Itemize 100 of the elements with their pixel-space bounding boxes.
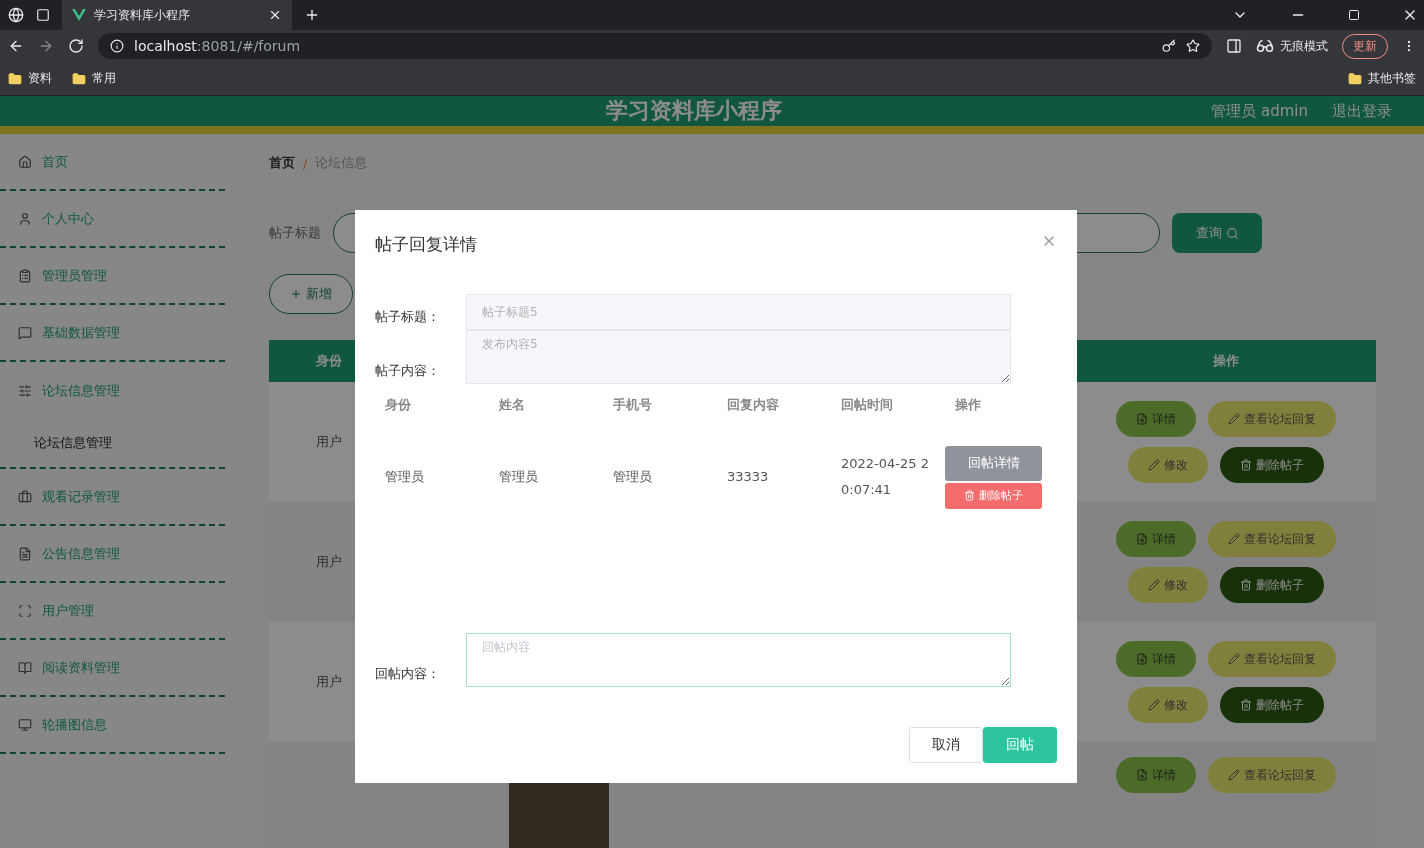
breadcrumb-link[interactable]: 首页	[269, 154, 295, 172]
document-icon	[1136, 413, 1148, 425]
browser-tab[interactable]: 学习资料库小程序	[62, 0, 292, 30]
bookmark-link[interactable]: 常用	[92, 70, 116, 87]
address-bar[interactable]: localhost:8081/#/forum	[98, 33, 1212, 59]
action-button[interactable]: 详情	[1116, 757, 1196, 793]
chat-icon	[18, 325, 32, 340]
field-label: 回帖内容：	[375, 665, 441, 683]
incognito-icon	[1256, 37, 1274, 55]
new-tab-icon[interactable]	[304, 7, 320, 23]
action-button[interactable]: 详情	[1116, 641, 1196, 677]
folder-icon	[1348, 71, 1362, 86]
breadcrumb-separator: /	[303, 155, 308, 171]
info-icon[interactable]	[110, 39, 124, 53]
sidebar-item[interactable]: 观看记录管理	[0, 469, 225, 526]
column-header: 手机号	[612, 396, 653, 414]
back-icon[interactable]	[8, 38, 24, 54]
action-button[interactable]: 修改	[1128, 567, 1208, 603]
document-icon	[1136, 769, 1148, 781]
pencil-icon	[1228, 653, 1240, 665]
pencil-icon	[1148, 699, 1160, 711]
table-cell-text: 2022-04-25 20:07:41	[840, 455, 930, 499]
sidebar-item[interactable]: 用户管理	[0, 583, 225, 640]
folder-icon	[8, 71, 22, 86]
field-label: 帖子内容：	[375, 362, 441, 380]
pencil-icon	[1148, 579, 1160, 591]
column-header: 身份	[384, 396, 412, 414]
search-icon	[1225, 226, 1239, 240]
table-cell: 用户	[316, 553, 342, 571]
logout-link[interactable]: 退出登录	[1332, 101, 1392, 121]
column-header: 身份	[315, 352, 343, 370]
trash-icon	[1240, 459, 1252, 471]
pencil-icon	[1228, 769, 1240, 781]
action-button[interactable]: 详情	[1116, 521, 1196, 557]
key-icon[interactable]	[1162, 39, 1176, 53]
bookmark-link[interactable]: 其他书签	[1368, 70, 1416, 87]
column-header: 回复内容	[726, 396, 780, 414]
document-icon	[1136, 533, 1148, 545]
window-icon[interactable]	[36, 8, 50, 22]
frame-icon	[18, 603, 32, 618]
table-cell: 用户	[316, 433, 342, 451]
globe-icon[interactable]	[8, 7, 24, 23]
query-button[interactable]: 查询	[1172, 213, 1262, 253]
cancel-button[interactable]: 取消	[909, 727, 983, 763]
maximize-icon[interactable]	[1348, 9, 1360, 21]
sidebar-subitem[interactable]: 论坛信息管理	[0, 419, 225, 469]
trash-icon	[964, 490, 975, 501]
bookmark-link[interactable]: 资料	[28, 70, 52, 87]
monitor-icon	[18, 717, 32, 732]
pencil-icon	[1228, 413, 1240, 425]
reload-icon[interactable]	[68, 38, 84, 54]
action-button[interactable]: 删除帖子	[1220, 687, 1324, 723]
column-header: 操作	[954, 396, 982, 414]
sliders-icon	[18, 383, 32, 398]
table-cell: 用户	[316, 673, 342, 691]
clipboard-icon	[18, 268, 32, 283]
sidebar-item[interactable]: 轮播图信息	[0, 697, 225, 754]
user-icon	[18, 211, 32, 226]
folder-icon	[72, 71, 86, 86]
field-label: 帖子标题：	[375, 308, 441, 326]
sidebar-item[interactable]: 个人中心	[0, 191, 225, 248]
document-icon	[18, 546, 32, 561]
action-button[interactable]: 修改	[1128, 687, 1208, 723]
sidebar-item[interactable]: 管理员管理	[0, 248, 225, 305]
sidebar-item[interactable]: 公告信息管理	[0, 526, 225, 583]
submit-button[interactable]: 回帖	[983, 727, 1057, 763]
search-label: 帖子标题	[269, 224, 321, 242]
side-panel-icon[interactable]	[1226, 38, 1242, 54]
add-button[interactable]: 新增	[269, 274, 353, 314]
sidebar-item[interactable]: 首页	[0, 134, 225, 191]
action-button[interactable]: 查看论坛回复	[1208, 521, 1336, 557]
column-header: 姓名	[498, 396, 526, 414]
user-label: 管理员 admin	[1211, 101, 1308, 121]
sidebar-item[interactable]: 基础数据管理	[0, 305, 225, 362]
star-icon[interactable]	[1186, 39, 1200, 53]
v-logo-icon	[72, 9, 86, 21]
trash-icon	[1240, 579, 1252, 591]
column-header: 回帖时间	[840, 396, 894, 414]
detail-button[interactable]: 回帖详情	[945, 445, 1042, 481]
reply-field[interactable]: 回帖内容	[466, 633, 1011, 687]
incognito-label: 无痕模式	[1280, 37, 1328, 55]
column-header: 操作	[1212, 352, 1240, 370]
forward-icon[interactable]	[38, 38, 54, 54]
action-button[interactable]: 查看论坛回复	[1208, 401, 1336, 437]
sidebar-item[interactable]: 阅读资料管理	[0, 640, 225, 697]
sidebar-item[interactable]: 论坛信息管理	[0, 362, 225, 419]
action-button[interactable]: 查看论坛回复	[1208, 757, 1336, 793]
pencil-icon	[1148, 459, 1160, 471]
table-cell-text: 33333	[726, 468, 770, 486]
close-icon[interactable]	[268, 8, 282, 22]
trash-icon	[1240, 699, 1252, 711]
delete-button[interactable]: 删除帖子	[945, 482, 1042, 509]
action-button[interactable]: 查看论坛回复	[1208, 641, 1336, 677]
action-button[interactable]: 修改	[1128, 447, 1208, 483]
dialog-title: 帖子回复详情	[375, 233, 477, 256]
action-button[interactable]: 详情	[1116, 401, 1196, 437]
pencil-icon	[1228, 533, 1240, 545]
action-button[interactable]: 删除帖子	[1220, 447, 1324, 483]
table-cell-text: 管理员	[612, 468, 653, 486]
action-button[interactable]: 删除帖子	[1220, 567, 1324, 603]
